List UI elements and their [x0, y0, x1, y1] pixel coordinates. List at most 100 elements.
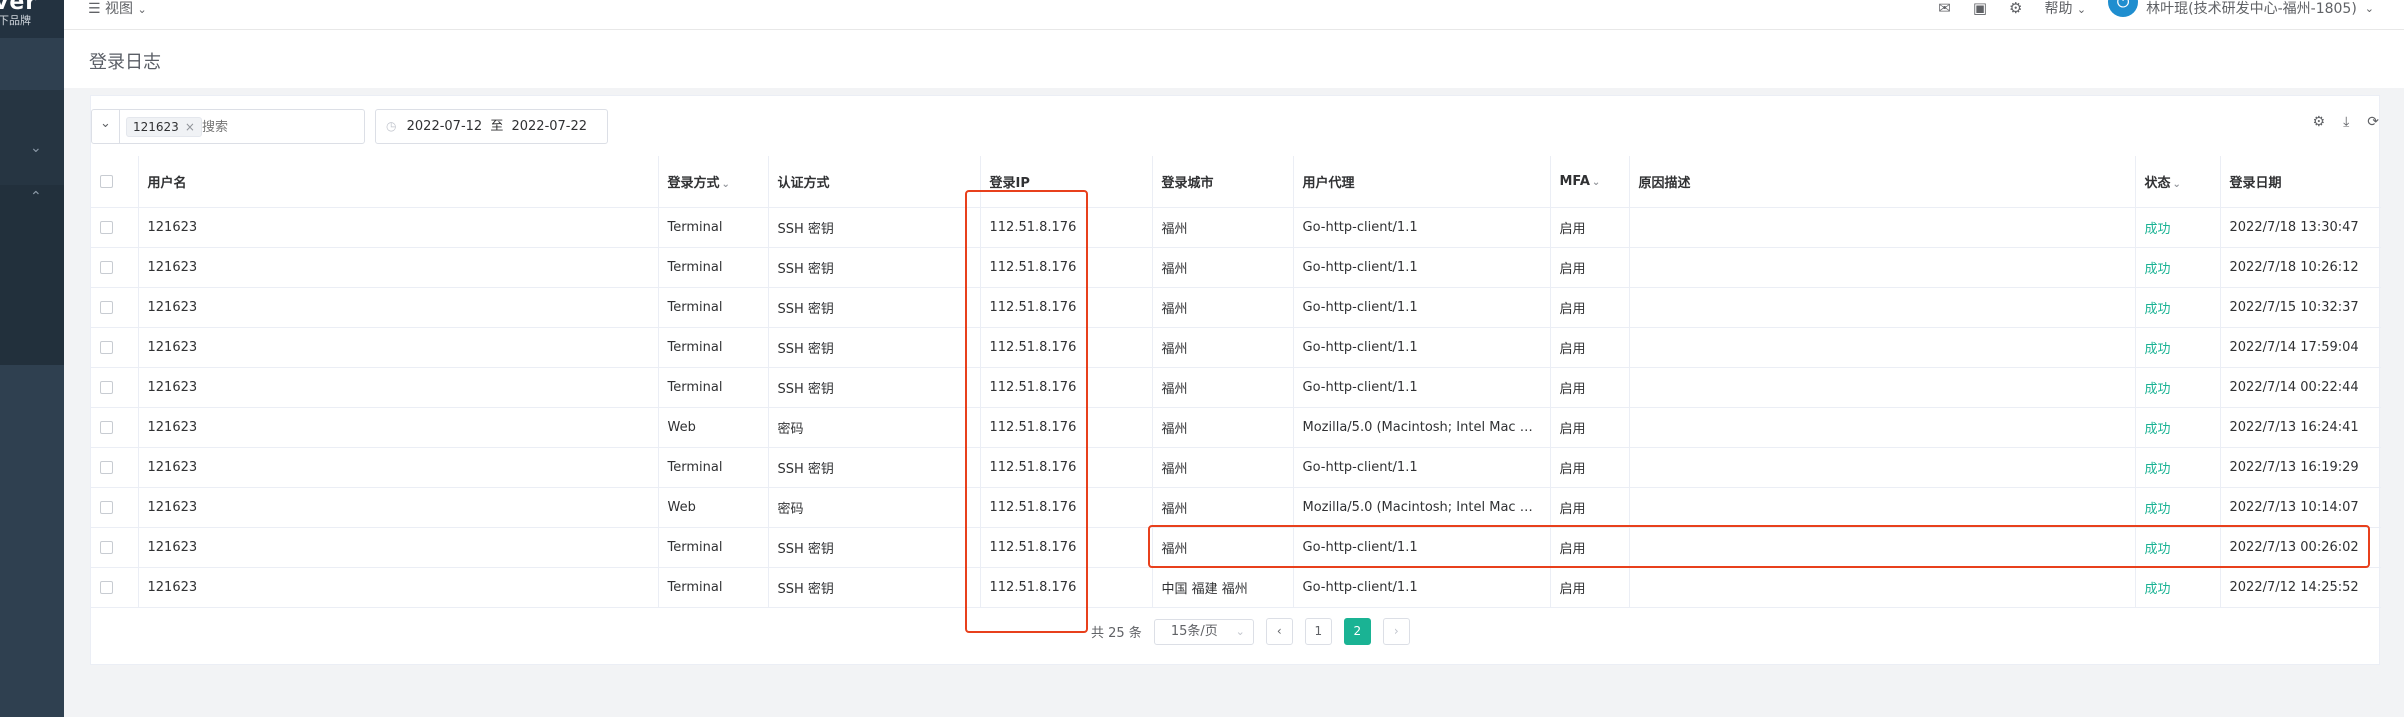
row-select-cell[interactable] — [91, 487, 139, 528]
table-row[interactable]: 121623 Terminal SSH 密钥 112.51.8.176 福州 Go-htt… — [91, 367, 2381, 408]
cell-mfa: 启用 — [1550, 367, 1630, 408]
row-checkbox[interactable] — [100, 540, 113, 554]
filter-tag-label: 121623 — [133, 120, 179, 134]
cell-username: 121623 — [138, 327, 659, 368]
cell-mfa: 启用 — [1550, 207, 1630, 248]
col-header-reason: 原因描述 — [1629, 156, 2136, 208]
gear-icon[interactable]: ⚙ — [2009, 0, 2022, 17]
cell-login-type: Terminal — [658, 287, 769, 328]
row-select-cell[interactable] — [91, 447, 139, 488]
cell-mfa: 启用 — [1550, 567, 1630, 608]
chevron-down-icon: ⌄ — [2076, 3, 2087, 16]
mail-icon[interactable]: ✉ — [1938, 0, 1951, 17]
filter-caret-icon[interactable]: ⌄ — [1592, 177, 1600, 188]
cell-user-agent: Go-http-client/1.1 — [1293, 327, 1551, 368]
col-header-mfa[interactable]: MFA ⌄ — [1550, 156, 1630, 208]
row-select-cell[interactable] — [91, 287, 139, 328]
cell-username: 121623 — [138, 287, 659, 328]
date-separator: 至 — [490, 119, 504, 134]
page-button-2[interactable]: 2 — [1343, 618, 1371, 645]
table-row[interactable]: 121623 Web 密码 112.51.8.176 福州 Mozilla/5.0 (Ma… — [91, 487, 2381, 528]
row-select-cell[interactable] — [91, 207, 139, 248]
row-checkbox[interactable] — [100, 380, 113, 394]
row-select-cell[interactable] — [91, 367, 139, 408]
row-select-cell[interactable] — [91, 247, 139, 288]
col-header-user-agent: 用户代理 — [1293, 156, 1551, 208]
cell-auth: SSH 密钥 — [768, 567, 981, 608]
chevron-down-icon[interactable]: ⌄ — [30, 140, 42, 156]
table-row[interactable]: 121623 Terminal SSH 密钥 112.51.8.176 中国 福建 福州… — [91, 567, 2381, 608]
logo[interactable]: ver 下品牌 — [0, 0, 64, 38]
page-button-1[interactable]: 1 — [1304, 618, 1332, 645]
cell-mfa: 启用 — [1550, 287, 1630, 328]
help-menu[interactable]: 帮助 ⌄ — [2044, 0, 2086, 18]
view-menu[interactable]: ☰ 视图 ⌄ — [88, 0, 147, 18]
filter-caret-icon[interactable]: ⌄ — [2173, 179, 2181, 190]
close-icon[interactable]: × — [185, 120, 195, 134]
chevron-down-icon: ⌄ — [2364, 1, 2374, 15]
chevron-down-icon: ⌄ — [1235, 624, 1245, 638]
row-checkbox[interactable] — [100, 500, 113, 514]
divider — [119, 110, 120, 143]
cell-auth: SSH 密钥 — [768, 207, 981, 248]
row-checkbox[interactable] — [100, 420, 113, 434]
search-filter[interactable]: ⌄ 121623 × — [91, 109, 365, 144]
cell-reason — [1629, 287, 2136, 328]
chevron-up-icon[interactable]: ⌃ — [30, 189, 42, 205]
cell-auth: 密码 — [768, 407, 981, 448]
task-icon[interactable]: ▣ — [1973, 0, 1987, 17]
row-select-cell[interactable] — [91, 567, 139, 608]
cell-username: 121623 — [138, 407, 659, 448]
search-input[interactable] — [202, 117, 352, 137]
next-page-button[interactable]: › — [1382, 618, 1410, 645]
prev-page-button[interactable]: ‹ — [1265, 618, 1293, 645]
col-header-username: 用户名 — [138, 156, 659, 208]
cell-reason — [1629, 447, 2136, 488]
cell-city: 福州 — [1152, 447, 1294, 488]
select-all-checkbox[interactable] — [100, 174, 113, 188]
chevron-down-icon[interactable]: ⌄ — [100, 116, 111, 131]
annotation-box-ip-column — [965, 190, 1088, 633]
settings-icon[interactable]: ⚙ — [2313, 114, 2326, 130]
row-select-cell[interactable] — [91, 527, 139, 568]
cell-login-type: Terminal — [658, 567, 769, 608]
row-select-cell[interactable] — [91, 407, 139, 448]
download-icon[interactable]: ⤓ — [2343, 114, 2349, 130]
sidebar: ver 下品牌 ⌄ ⌃ — [0, 0, 64, 717]
select-all-cell[interactable] — [91, 156, 139, 208]
cell-user-agent: Go-http-client/1.1 — [1293, 567, 1551, 608]
cell-username: 121623 — [138, 447, 659, 488]
date-end: 2022-07-22 — [511, 119, 588, 134]
cell-reason — [1629, 567, 2136, 608]
cell-username: 121623 — [138, 487, 659, 528]
cell-login-type: Terminal — [658, 207, 769, 248]
table-row[interactable]: 121623 Web 密码 112.51.8.176 福州 Mozilla/5.0 (Ma… — [91, 407, 2381, 448]
cell-auth: SSH 密钥 — [768, 367, 981, 408]
col-header-status[interactable]: 状态 ⌄ — [2135, 156, 2221, 208]
table-row[interactable]: 121623 Terminal SSH 密钥 112.51.8.176 福州 Go-htt… — [91, 287, 2381, 328]
filter-tag[interactable]: 121623 × — [126, 117, 202, 137]
col-header-city: 登录城市 — [1152, 156, 1294, 208]
row-checkbox[interactable] — [100, 460, 113, 474]
row-checkbox[interactable] — [100, 300, 113, 314]
cell-login-type: Web — [658, 407, 769, 448]
filter-caret-icon[interactable]: ⌄ — [722, 179, 730, 190]
sidebar-menu-group[interactable]: ⌄ — [0, 90, 64, 195]
row-checkbox[interactable] — [100, 220, 113, 234]
sidebar-menu-group-expanded[interactable]: ⌃ — [0, 185, 64, 365]
user-menu[interactable]: ⏻ 林叶琨(技术研发中心-福州-1805) ⌄ — [2108, 0, 2374, 18]
chevron-down-icon: ⌄ — [137, 3, 147, 16]
refresh-icon[interactable]: ⟳ — [2367, 114, 2379, 130]
row-checkbox[interactable] — [100, 340, 113, 354]
row-checkbox[interactable] — [100, 260, 113, 274]
table-row[interactable]: 121623 Terminal SSH 密钥 112.51.8.176 福州 Go-htt… — [91, 207, 2381, 248]
table-row[interactable]: 121623 Terminal SSH 密钥 112.51.8.176 福州 Go-htt… — [91, 327, 2381, 368]
row-select-cell[interactable] — [91, 327, 139, 368]
table-row[interactable]: 121623 Terminal SSH 密钥 112.51.8.176 福州 Go-htt… — [91, 247, 2381, 288]
table-row[interactable]: 121623 Terminal SSH 密钥 112.51.8.176 福州 Go-htt… — [91, 447, 2381, 488]
cell-auth: SSH 密钥 — [768, 527, 981, 568]
row-checkbox[interactable] — [100, 580, 113, 594]
date-range-picker[interactable]: ◷ 2022-07-12 至 2022-07-22 — [375, 109, 608, 144]
page-size-select[interactable]: 15条/页 ⌄ — [1153, 618, 1254, 645]
col-header-login-type[interactable]: 登录方式 ⌄ — [658, 156, 769, 208]
